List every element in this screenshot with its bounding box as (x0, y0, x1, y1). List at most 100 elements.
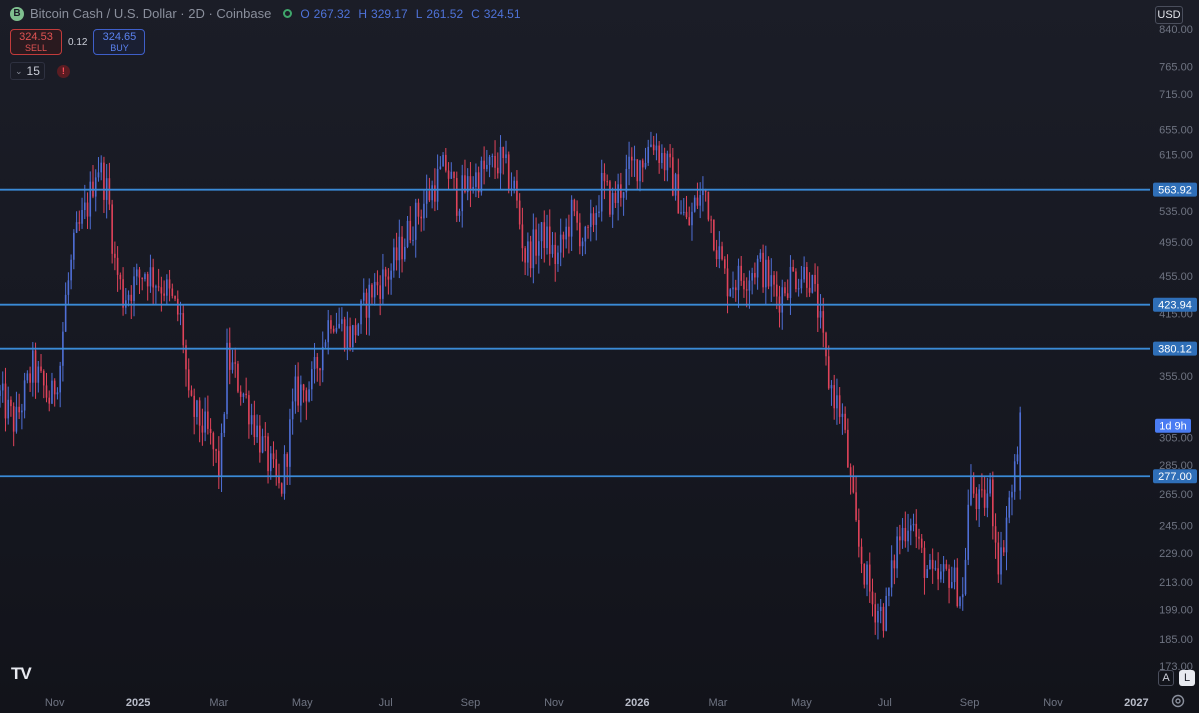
candle-body (248, 395, 250, 425)
candle-body (743, 280, 745, 290)
currency-selector[interactable]: USD (1155, 6, 1183, 24)
candle-body (507, 154, 510, 190)
buy-button[interactable]: 324.65 BUY (93, 29, 146, 55)
bitcoin-cash-icon: B (10, 6, 24, 21)
candle-body (655, 145, 658, 151)
candle-body (458, 211, 461, 216)
candle-body (280, 483, 283, 494)
candle-body (0, 390, 1, 397)
candle-body (847, 429, 849, 468)
candle-body (231, 362, 234, 370)
candle-body (967, 504, 970, 560)
candle-body (890, 560, 893, 588)
price-chart[interactable]: 840.00 765.00 715.00 655.00 615.00 535.00 495.… (0, 0, 1199, 713)
candle-body (548, 226, 551, 254)
tradingview-logo[interactable]: TV (11, 664, 32, 684)
candle-body (825, 332, 827, 357)
ohlc-open-label: O (300, 6, 310, 21)
candle-body (800, 279, 803, 289)
candle-body (384, 269, 387, 277)
candle-body (220, 432, 223, 476)
candle-body (756, 258, 759, 278)
x-tick-label: Nov (1043, 697, 1063, 709)
candle-body (874, 604, 877, 623)
gear-icon[interactable] (1169, 692, 1187, 710)
candle-body (179, 313, 182, 315)
candle-body (94, 177, 97, 197)
candle-body (986, 493, 989, 508)
candle-body (239, 391, 242, 397)
candle-body (226, 342, 228, 415)
x-tick-label: May (292, 697, 313, 709)
candle-body (904, 527, 907, 542)
candle-body (409, 220, 412, 241)
candle-body (636, 159, 639, 182)
sell-button[interactable]: 324.53 SELL (10, 29, 62, 55)
candle-body (959, 597, 961, 607)
candle-body (527, 241, 529, 263)
candle-body (321, 346, 324, 371)
candle-body (40, 366, 42, 371)
candle-body (75, 222, 78, 233)
symbol-title[interactable]: Bitcoin Cash / U.S. Dollar · 2D · Coinba… (30, 6, 271, 21)
candle-body (305, 390, 308, 402)
candle-body (453, 171, 455, 179)
candle-body (603, 172, 606, 182)
y-tick-label: 199.00 (1159, 605, 1193, 617)
y-tick-label: 840.00 (1159, 24, 1193, 36)
candle-body (354, 325, 357, 336)
candle-body (327, 320, 330, 343)
auto-scale-button[interactable]: A (1158, 670, 1174, 686)
candle-body (45, 385, 48, 398)
candle-body (272, 453, 275, 460)
x-tick-label: 2027 (1124, 697, 1148, 709)
candle-body (614, 192, 617, 203)
x-tick-label: Sep (960, 697, 980, 709)
alert-icon[interactable]: ! (56, 64, 70, 78)
log-scale-button[interactable]: L (1179, 670, 1195, 686)
y-tick-label: 229.00 (1159, 548, 1193, 560)
x-tick-label: Sep (461, 697, 481, 709)
x-tick-label: Nov (544, 697, 564, 709)
buy-label: BUY (110, 43, 129, 53)
candle-body (319, 368, 321, 371)
candle-body (89, 181, 92, 217)
candle-body (748, 280, 751, 291)
y-tick-label: 213.00 (1159, 577, 1193, 589)
y-tick-label: 655.00 (1159, 124, 1193, 136)
candle-body (332, 328, 335, 332)
candle-body (111, 204, 113, 254)
candle-body (193, 395, 195, 417)
candle-body (21, 410, 23, 413)
candle-body (811, 274, 814, 293)
indicators-toggle[interactable]: ⌄ 15 (10, 62, 45, 80)
candle-body (929, 559, 931, 570)
candle-body (677, 174, 680, 214)
candle-body (163, 293, 165, 296)
candle-body (275, 459, 278, 477)
candle-body (196, 400, 198, 417)
candle-body (693, 197, 696, 212)
candle-body (830, 385, 833, 389)
candle-body (721, 246, 723, 260)
candle-body (253, 415, 256, 438)
candle-body (978, 489, 980, 510)
candle-body (1005, 517, 1008, 553)
candle-body (447, 170, 450, 179)
candle-body (264, 436, 267, 438)
candle-body (26, 373, 29, 381)
candle-body (138, 269, 141, 278)
candle-body (751, 273, 753, 281)
candle-body (682, 211, 685, 213)
candle-body (715, 250, 718, 260)
candle-body (745, 289, 748, 291)
candle-body (97, 172, 100, 178)
candle-body (256, 425, 258, 438)
candle-body (538, 241, 540, 256)
candle-body (289, 419, 291, 467)
candle-body (860, 546, 863, 564)
candle-body (1008, 497, 1011, 518)
candle-body (579, 222, 581, 247)
candle-body (207, 411, 209, 429)
candle-body (781, 287, 784, 313)
